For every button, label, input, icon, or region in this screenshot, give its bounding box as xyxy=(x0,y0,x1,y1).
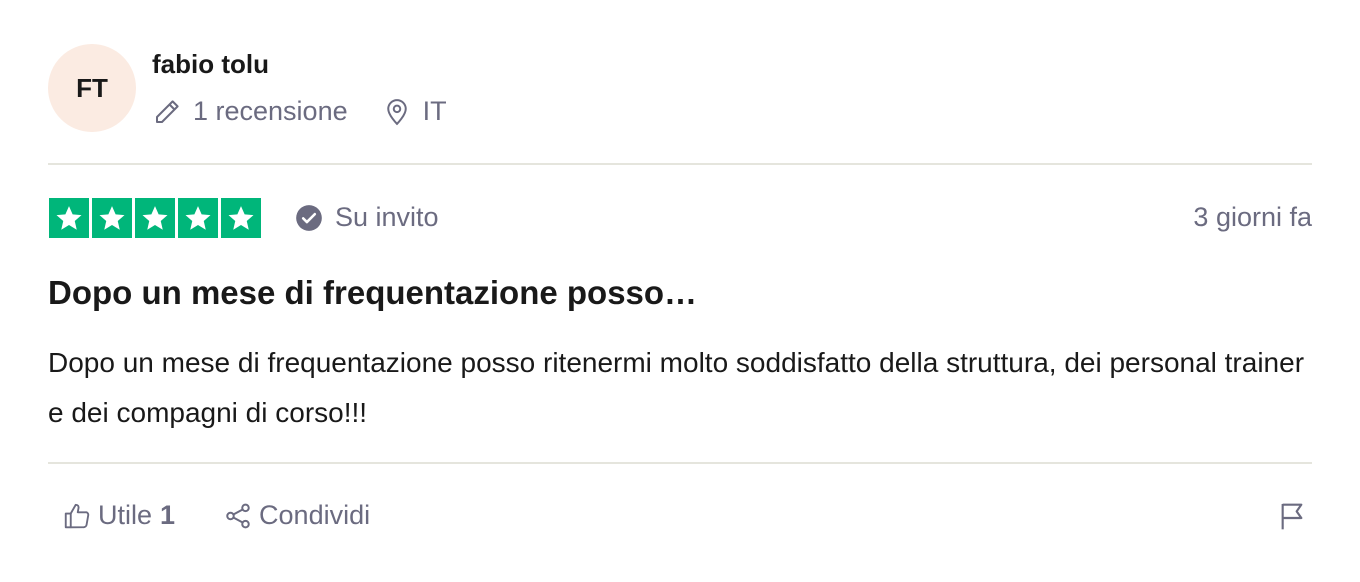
star-icon xyxy=(178,198,218,238)
invited-label: Su invito xyxy=(335,202,439,232)
pencil-icon xyxy=(156,99,179,123)
avatar-initials: FT xyxy=(76,72,108,103)
reviews-count: 1 recensione xyxy=(152,96,348,127)
star-icon xyxy=(92,198,132,238)
flag-icon[interactable] xyxy=(1276,500,1308,532)
location-pin-icon xyxy=(386,98,407,125)
share-icon xyxy=(226,503,250,528)
review-date: 3 giorni fa xyxy=(1193,202,1312,232)
reviewer-name[interactable]: fabio tolu xyxy=(152,49,269,80)
check-circle-icon xyxy=(296,204,322,231)
star-icon xyxy=(49,198,89,238)
review-actions: Utile 1 Condividi xyxy=(62,500,370,531)
avatar[interactable]: FT xyxy=(48,44,136,132)
review-card: FT fabio tolu 1 recensione IT Su invito … xyxy=(48,0,1312,582)
share-label: Condividi xyxy=(259,500,371,530)
star-rating xyxy=(49,198,261,238)
star-icon xyxy=(221,198,261,238)
invited-badge[interactable]: Su invito xyxy=(295,202,439,233)
useful-label: Utile xyxy=(98,500,153,530)
review-body: Dopo un mese di frequentazione posso rit… xyxy=(48,347,1305,428)
divider xyxy=(48,462,1312,464)
share-button[interactable]: Condividi xyxy=(223,500,370,531)
divider xyxy=(48,163,1312,165)
useful-button[interactable]: Utile 1 xyxy=(62,500,175,531)
reviewer-location: IT xyxy=(382,96,447,127)
thumbs-up-icon xyxy=(64,503,90,528)
reviews-count-label: 1 recensione xyxy=(193,96,348,126)
review-title[interactable]: Dopo un mese di frequentazione posso… xyxy=(48,274,697,312)
reviewer-meta: 1 recensione IT xyxy=(152,96,447,127)
useful-count: 1 xyxy=(160,500,176,530)
star-icon xyxy=(135,198,175,238)
country-label: IT xyxy=(422,96,447,126)
